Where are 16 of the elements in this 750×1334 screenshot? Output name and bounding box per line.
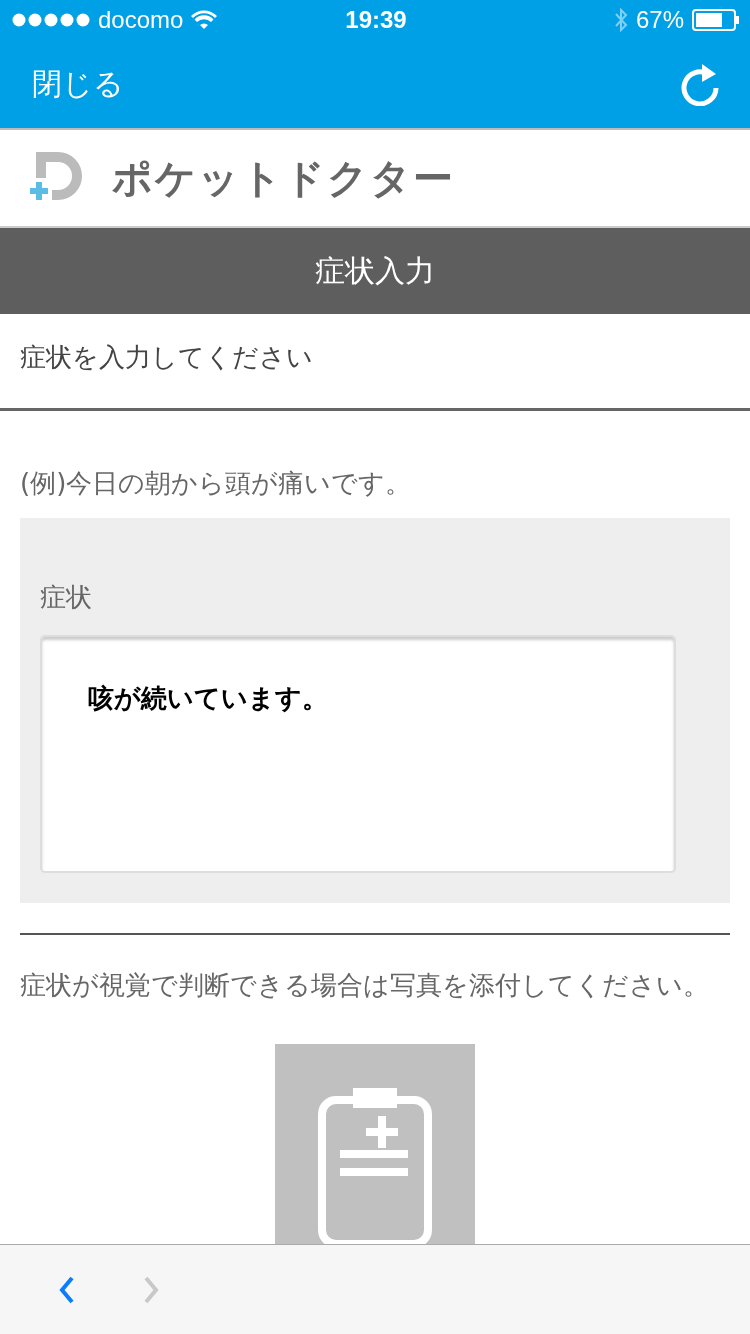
status-time: 19:39 bbox=[345, 6, 407, 34]
photo-placeholder[interactable] bbox=[275, 1044, 475, 1244]
bluetooth-icon bbox=[613, 7, 628, 33]
photo-note: 症状が視覚で判断できる場合は写真を添付してください。 bbox=[19, 969, 710, 1002]
reload-icon[interactable] bbox=[680, 62, 720, 106]
field-label: 症状 bbox=[40, 581, 93, 614]
section-title: 症状入力 bbox=[0, 228, 750, 314]
battery-percent: 67% bbox=[635, 6, 684, 34]
prompt-text: 症状を入力してください bbox=[0, 314, 750, 411]
battery-icon bbox=[692, 9, 740, 31]
symptom-field[interactable]: 咳が続いています。 bbox=[40, 635, 676, 873]
example-text: (例)今日の朝から頭が痛いです。 bbox=[19, 467, 413, 500]
carrier-name: docomo bbox=[98, 6, 184, 34]
signal-icon bbox=[12, 13, 90, 27]
wifi-icon bbox=[191, 10, 218, 30]
brand-name: ポケットドクター bbox=[112, 153, 455, 203]
